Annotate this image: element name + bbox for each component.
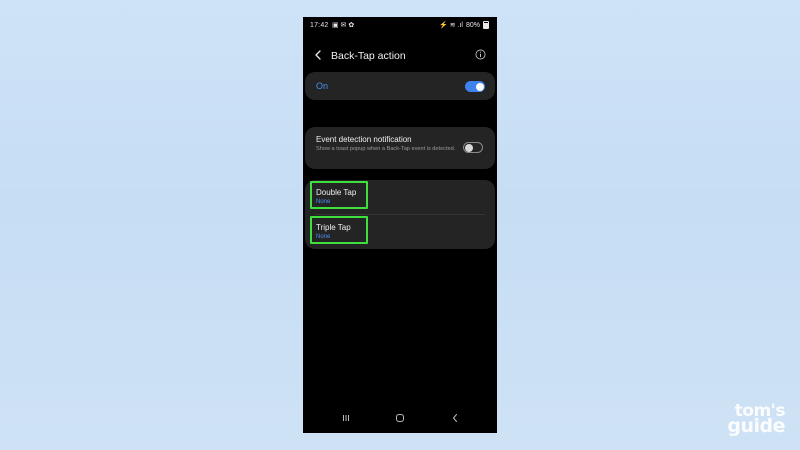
tap-actions-card: Double Tap None Triple Tap None <box>305 180 495 249</box>
recents-icon[interactable] <box>341 413 351 423</box>
status-time: 17:42 <box>310 22 329 29</box>
event-notification-description: Show a toast popup when a Back-Tap event… <box>316 146 456 152</box>
page-title: Back-Tap action <box>331 50 406 62</box>
event-notification-title: Event detection notification <box>316 135 412 144</box>
status-right: ⚡ ≋ .ıl 80% <box>439 21 489 29</box>
triple-tap-item[interactable]: Triple Tap None <box>305 215 495 249</box>
toms-guide-watermark: tom's guide <box>703 403 785 440</box>
nav-back-icon[interactable] <box>450 413 460 423</box>
event-notification-row[interactable]: Event detection notification Show a toas… <box>305 127 495 169</box>
highlight-box <box>310 181 368 209</box>
event-notification-switch[interactable] <box>463 142 483 153</box>
main-toggle-row[interactable]: On <box>305 72 495 100</box>
header: Back-Tap action <box>303 45 497 67</box>
switch-knob <box>475 82 484 91</box>
navigation-bar <box>303 405 497 433</box>
battery-icon <box>483 21 489 29</box>
back-arrow-icon[interactable] <box>312 46 326 64</box>
main-toggle-label: On <box>316 81 329 91</box>
watermark-line-2: guide <box>727 415 785 437</box>
signal-icons: ⚡ ≋ .ıl <box>439 22 463 29</box>
info-icon[interactable] <box>475 49 486 60</box>
phone-screen: 17:42 ▣ ✉ ✿ ⚡ ≋ .ıl 80% Back-Tap action … <box>303 17 497 433</box>
double-tap-item[interactable]: Double Tap None <box>305 180 495 214</box>
main-toggle-switch[interactable] <box>465 81 485 92</box>
notification-icons: ▣ ✉ ✿ <box>332 22 355 29</box>
home-icon[interactable] <box>395 413 405 423</box>
battery-percentage: 80% <box>465 21 480 29</box>
highlight-box <box>310 216 368 244</box>
status-bar: 17:42 ▣ ✉ ✿ ⚡ ≋ .ıl 80% <box>303 17 497 35</box>
switch-knob <box>465 143 473 152</box>
